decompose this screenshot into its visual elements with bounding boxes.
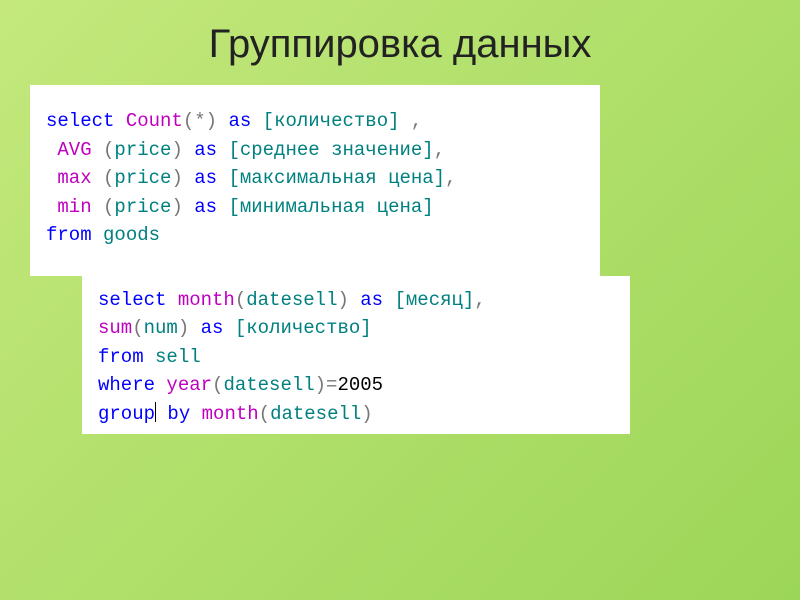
kw-as: as bbox=[349, 289, 395, 311]
table: goods bbox=[92, 224, 160, 246]
col: datesell bbox=[246, 289, 337, 311]
kw-group: group bbox=[98, 403, 155, 425]
col: price bbox=[114, 139, 171, 161]
col: num bbox=[144, 317, 178, 339]
kw-from: from bbox=[46, 224, 92, 246]
alias: [месяц] bbox=[394, 289, 474, 311]
paren: ( bbox=[212, 374, 223, 396]
col: price bbox=[114, 196, 171, 218]
kw-as: as bbox=[217, 110, 263, 132]
alias: [количество] bbox=[263, 110, 411, 132]
paren: ) bbox=[171, 139, 182, 161]
kw-select: select bbox=[98, 289, 166, 311]
paren: ( bbox=[183, 110, 194, 132]
alias: [среднее значение] bbox=[228, 139, 433, 161]
kw-as: as bbox=[183, 167, 229, 189]
literal: 2005 bbox=[337, 374, 383, 396]
paren: ( bbox=[235, 289, 246, 311]
col: datesell bbox=[270, 403, 361, 425]
paren: ( bbox=[103, 196, 114, 218]
fn-max: max bbox=[46, 167, 103, 189]
kw-select: select bbox=[46, 110, 114, 132]
table: sell bbox=[144, 346, 201, 368]
comma: , bbox=[445, 167, 456, 189]
kw-from: from bbox=[98, 346, 144, 368]
paren: ) bbox=[171, 167, 182, 189]
comma: , bbox=[434, 139, 445, 161]
paren: ( bbox=[132, 317, 143, 339]
paren: ) bbox=[178, 317, 189, 339]
paren: ( bbox=[103, 167, 114, 189]
kw-where: where bbox=[98, 374, 155, 396]
paren: ) bbox=[361, 403, 372, 425]
alias: [количество] bbox=[235, 317, 372, 339]
paren: ) bbox=[206, 110, 217, 132]
paren: ) bbox=[337, 289, 348, 311]
code-block-2: select month(datesell) as [месяц], sum(n… bbox=[82, 276, 630, 435]
paren: ( bbox=[103, 139, 114, 161]
fn-min: min bbox=[46, 196, 103, 218]
fn-month: month bbox=[166, 289, 234, 311]
comma: , bbox=[474, 289, 485, 311]
fn-count: Count bbox=[114, 110, 182, 132]
star: * bbox=[194, 110, 205, 132]
kw-by: by bbox=[156, 403, 190, 425]
kw-as: as bbox=[183, 139, 229, 161]
slide-title: Группировка данных bbox=[0, 0, 800, 67]
kw-as: as bbox=[183, 196, 229, 218]
paren: ( bbox=[259, 403, 270, 425]
paren: ) bbox=[171, 196, 182, 218]
comma: , bbox=[411, 110, 422, 132]
alias: [максимальная цена] bbox=[228, 167, 445, 189]
fn-sum: sum bbox=[98, 317, 132, 339]
kw-as: as bbox=[189, 317, 235, 339]
code-block-1: select Count(*) as [количество] , AVG (p… bbox=[30, 85, 600, 276]
fn-year: year bbox=[155, 374, 212, 396]
fn-month: month bbox=[190, 403, 258, 425]
fn-avg: AVG bbox=[46, 139, 103, 161]
col: datesell bbox=[223, 374, 314, 396]
col: price bbox=[114, 167, 171, 189]
paren-eq: )= bbox=[315, 374, 338, 396]
alias: [минимальная цена] bbox=[228, 196, 433, 218]
